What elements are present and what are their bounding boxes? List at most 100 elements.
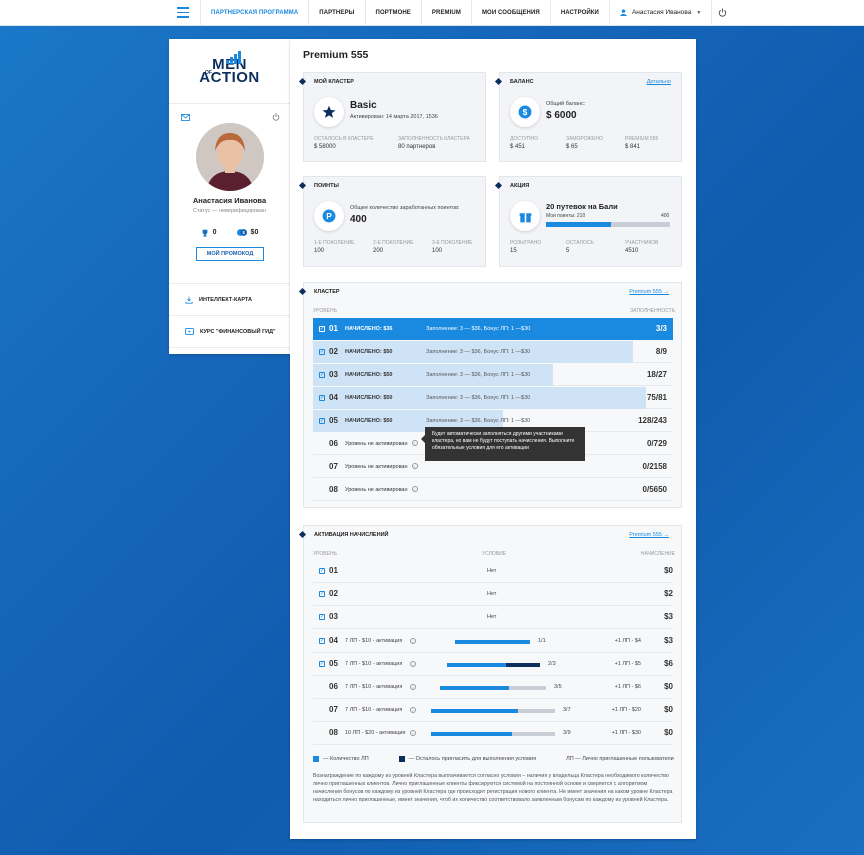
activation-none: Нет: [487, 591, 497, 598]
diamond-icon: [298, 530, 307, 539]
stat-value: 100: [314, 248, 325, 254]
activation-row: ✓ 02 Нет $2: [313, 583, 673, 607]
nav-settings[interactable]: Настройки: [551, 0, 610, 26]
check-icon: ✓: [319, 568, 325, 574]
cluster-row[interactable]: ✓ 02 НАЧИСЛЕНО: $50 Заполнение: 3 — $36, Бо…: [313, 341, 673, 363]
promo-progress: [546, 222, 670, 227]
activation-bonus: +1 ЛП - $4: [614, 637, 641, 644]
stat-label: Заполненность кластера: [398, 136, 470, 142]
info-icon[interactable]: i: [411, 440, 418, 446]
menu-icon[interactable]: [165, 0, 201, 26]
level-condition: Заполнение: 3 — $36, Бонус ЛП: 1 —$30: [426, 325, 531, 332]
level-status: НАЧИСЛЕНО: $50: [345, 372, 393, 378]
logo[interactable]: OF MEN ACTION: [169, 39, 290, 104]
progress-invited: [447, 662, 506, 667]
level-fill: 8/9: [655, 347, 667, 356]
sidebar-link-course[interactable]: Курс "Финансовый гид": [169, 316, 290, 348]
level-number: 05: [329, 416, 338, 425]
nav-partners[interactable]: Партнеры: [309, 0, 366, 26]
legend-item: — Осталось пригласить для выполнения усл…: [398, 756, 536, 762]
diamond-icon: [298, 77, 307, 86]
promo-code-button[interactable]: Мой промокод: [196, 247, 264, 261]
check-icon: ✓: [319, 394, 325, 401]
level-number: 07: [329, 705, 338, 715]
user-icon: [619, 9, 627, 16]
level-status: Уровень не активирован i: [345, 463, 418, 470]
card-title: Акция: [510, 183, 530, 189]
activation-progress: [440, 686, 546, 690]
sidebar-link-mind-map[interactable]: Интеллект-карта: [169, 284, 290, 316]
trophy-stat: 0: [201, 229, 217, 237]
activation-progress: [431, 709, 555, 714]
level-status: Уровень не активирован i: [345, 486, 418, 493]
activation-amount: $6: [664, 658, 673, 668]
check-icon: ✓: [319, 325, 325, 332]
cluster-row[interactable]: ✓ 04 НАЧИСЛЕНО: $50 Заполнение: 3 — $36, Бо…: [313, 387, 673, 409]
stat-label: 3-е поколение: [432, 240, 473, 246]
premium-link[interactable]: Premium 555 →: [629, 289, 669, 295]
nav-partner-program[interactable]: Партнерская программа: [201, 0, 310, 26]
level-fill: 3/3: [655, 324, 667, 333]
level-number: 01: [329, 324, 338, 333]
diamond-icon: [298, 181, 307, 190]
info-icon[interactable]: i: [410, 707, 416, 714]
mail-icon[interactable]: [181, 114, 190, 121]
profile-name: Анастасия Иванова: [192, 196, 267, 205]
sidebar: OF MEN ACTION Анастасия Иванова Статус — …: [169, 39, 290, 354]
power-icon[interactable]: [272, 113, 280, 121]
profile-status: Статус — неверифицирован: [193, 208, 266, 214]
activation-row: ✓ 04 7 ЛП - $10 - активация i 1/1 +1 ЛП - $4 $…: [313, 630, 673, 653]
info-icon[interactable]: i: [410, 660, 416, 667]
level-condition: Заполнение: 3 — $36, Бонус ЛП: 1 —$30: [426, 394, 531, 401]
level-status-text: НАЧИСЛЕНО: $50: [345, 417, 393, 424]
cluster-name: Basic: [350, 100, 377, 111]
logo-of: OF: [205, 70, 212, 76]
cluster-row[interactable]: ✓ 03 НАЧИСЛЕНО: $50 Заполнение: 3 — $36, Бо…: [313, 364, 673, 386]
activation-fraction: 3/7: [563, 707, 571, 714]
activation-amount: $3: [664, 612, 673, 622]
level-fill: 128/243: [638, 416, 667, 425]
level-fill: 18/27: [646, 370, 667, 379]
level-fill: 0/5650: [642, 485, 667, 494]
activation-none: Нет: [487, 614, 497, 621]
svg-text:$: $: [523, 107, 528, 117]
user-menu[interactable]: Анастасия Иванова ▼: [610, 0, 713, 26]
power-icon[interactable]: [712, 0, 732, 26]
nav-wallet[interactable]: Портмоне: [366, 0, 422, 26]
activation-row: ✓ 01 Нет $0: [313, 560, 673, 583]
info-icon[interactable]: i: [410, 730, 416, 737]
nav-messages[interactable]: Мои сообщения: [472, 0, 551, 26]
stat-label: Осталось в кластере: [314, 136, 374, 142]
stat-label: 2-е поколение: [373, 240, 414, 246]
stat-label: Розыграно: [510, 240, 542, 246]
level-status-text: НАЧИСЛЕНО: $50: [345, 371, 393, 378]
info-icon[interactable]: i: [410, 637, 416, 644]
details-link[interactable]: Детально: [647, 79, 671, 85]
activation-condition: 10 ЛП - $20 - активация: [345, 730, 406, 737]
activation-condition: 7 ЛП - $10 - активация: [345, 684, 403, 690]
cluster-row[interactable]: ✓ 01 НАЧИСЛЕНО: $36 Заполнение: 3 — $36, Бо…: [313, 318, 673, 340]
level-fill: 0/729: [646, 439, 667, 448]
activation-row: 08 10 ЛП - $20 - активация i 3/9 +1 ЛП - $30…: [313, 722, 673, 746]
check-icon: ✓: [319, 637, 325, 644]
dollar-icon: $: [510, 97, 540, 127]
cluster-row[interactable]: 08 Уровень не активирован i 0/5650: [313, 479, 673, 501]
info-icon[interactable]: i: [411, 463, 418, 469]
star-icon: [314, 97, 344, 127]
nav-premium[interactable]: Premium: [422, 0, 472, 26]
activation-fraction: 2/3: [548, 660, 556, 667]
progress-invited: [431, 732, 512, 737]
activation-amount: $3: [664, 635, 673, 645]
progress-remaining: [505, 662, 540, 667]
premium-link[interactable]: Premium 555 →: [629, 532, 669, 538]
sidebar-link-label: Курс "Финансовый гид": [200, 328, 276, 335]
info-icon[interactable]: i: [411, 486, 418, 492]
level-status-text: Уровень не активирован: [345, 441, 408, 447]
info-icon[interactable]: i: [410, 684, 416, 690]
activation-bonus: +1 ЛП - $6: [614, 684, 641, 690]
activation-amount: $0: [664, 728, 673, 738]
col-fill: Заполненность: [630, 308, 675, 314]
activation-bonus: +1 ЛП - $30: [611, 730, 641, 737]
stat-value: 5: [566, 248, 570, 254]
activation-condition: 7 ЛП - $10 - активация: [345, 637, 403, 644]
